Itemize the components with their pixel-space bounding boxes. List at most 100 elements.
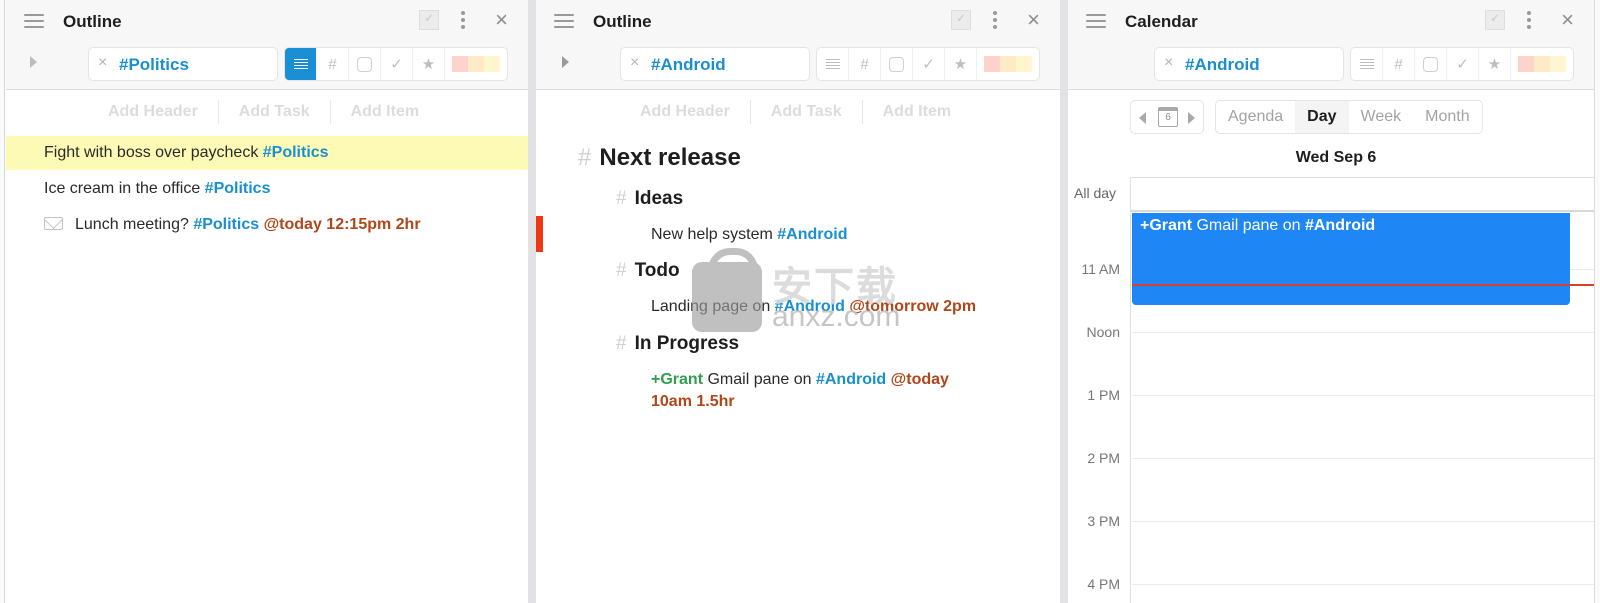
all-day-label: All day: [1074, 185, 1117, 201]
list-mode-button[interactable]: [817, 48, 849, 80]
swatch-red[interactable]: [452, 56, 468, 72]
calendar-today-icon[interactable]: 6: [1158, 107, 1178, 127]
section-header[interactable]: # Ideas: [616, 188, 683, 210]
swatch-yellow[interactable]: [1550, 56, 1566, 72]
person-tag[interactable]: +Grant: [651, 371, 703, 388]
done-mode-button[interactable]: ✓: [913, 48, 945, 80]
swatch-yellow[interactable]: [484, 56, 500, 72]
window-edge: [0, 0, 5, 603]
view-day-button[interactable]: Day: [1295, 101, 1349, 133]
hamburger-menu-icon[interactable]: [24, 14, 44, 28]
swatch-yellow[interactable]: [1016, 56, 1032, 72]
inbox-check-icon[interactable]: [951, 10, 972, 30]
starred-mode-button[interactable]: ★: [413, 48, 445, 80]
add-header-button[interactable]: Add Header: [88, 100, 219, 124]
panel-title: Outline: [593, 12, 652, 31]
add-item-button[interactable]: Add Item: [331, 100, 439, 124]
tag-link[interactable]: #Politics: [193, 216, 259, 233]
view-agenda-button[interactable]: Agenda: [1216, 101, 1295, 133]
hour-label: 4 PM: [1087, 576, 1120, 592]
list-mode-button[interactable]: [285, 48, 317, 80]
inbox-check-icon[interactable]: [1485, 10, 1506, 30]
view-month-button[interactable]: Month: [1413, 101, 1481, 133]
next-day-icon[interactable]: [1188, 112, 1195, 124]
header-text: Todo: [634, 260, 680, 281]
tag-link[interactable]: #Android: [816, 371, 886, 388]
add-task-button[interactable]: Add Task: [751, 100, 863, 124]
close-panel-icon[interactable]: ×: [1561, 9, 1574, 31]
view-mode-toolbar: # ✓ ★: [816, 47, 1040, 81]
date-tag[interactable]: @today 12:15pm 2hr: [259, 216, 421, 233]
day-grid[interactable]: 10 AM 11 AM Noon 1 PM 2 PM 3 PM 4 PM +Grant Gma…: [1068, 213, 1594, 603]
list-mode-button[interactable]: [1351, 48, 1383, 80]
tag-link[interactable]: #Politics: [263, 144, 329, 161]
swatch-orange[interactable]: [1534, 56, 1550, 72]
swatch-orange[interactable]: [468, 56, 484, 72]
panel-divider[interactable]: [528, 0, 536, 603]
list-item[interactable]: New help system #Android: [651, 224, 847, 246]
disclosure-triangle-icon[interactable]: [562, 56, 569, 68]
add-task-button[interactable]: Add Task: [219, 100, 331, 124]
hash-icon: #: [616, 333, 627, 354]
item-text: Gmail pane on: [703, 371, 816, 388]
section-header[interactable]: # Todo: [616, 260, 680, 282]
filter-field[interactable]: × #Politics: [88, 47, 278, 81]
disclosure-triangle-icon[interactable]: [30, 56, 37, 68]
swatch-orange[interactable]: [1000, 56, 1016, 72]
close-panel-icon[interactable]: ×: [1027, 9, 1040, 31]
date-tag[interactable]: @today: [886, 371, 949, 388]
calendar-day-number: 6: [1165, 112, 1171, 123]
tag-link[interactable]: #Android: [777, 226, 847, 243]
header-mode-button[interactable]: #: [317, 48, 349, 80]
app-window: Outline × × #Politics # ✓ ★: [0, 0, 1600, 603]
clear-filter-icon[interactable]: ×: [1164, 54, 1173, 72]
current-time-indicator: [1132, 283, 1594, 286]
filter-field[interactable]: × #Android: [620, 47, 810, 81]
view-mode-toolbar: # ✓ ★: [1350, 47, 1574, 81]
list-item[interactable]: Lunch meeting? #Politics @today 12:15pm …: [6, 208, 528, 242]
hour-line: [1130, 395, 1594, 396]
task-mode-button[interactable]: [881, 48, 913, 80]
more-options-icon[interactable]: [993, 11, 998, 29]
calendar-event[interactable]: +Grant Gmail pane on #Android: [1132, 213, 1570, 305]
task-mode-button[interactable]: [349, 48, 381, 80]
starred-mode-button[interactable]: ★: [945, 48, 977, 80]
more-options-icon[interactable]: [461, 11, 466, 29]
hamburger-menu-icon[interactable]: [1086, 14, 1106, 28]
panel-divider[interactable]: [1060, 0, 1068, 603]
star-icon: ★: [1487, 56, 1502, 73]
starred-mode-button[interactable]: ★: [1479, 48, 1511, 80]
clear-filter-icon[interactable]: ×: [630, 54, 639, 72]
list-item[interactable]: Ice cream in the office #Politics: [6, 172, 528, 206]
color-swatches[interactable]: [977, 48, 1039, 80]
clear-filter-icon[interactable]: ×: [98, 54, 107, 72]
hamburger-menu-icon[interactable]: [554, 14, 574, 28]
more-options-icon[interactable]: [1527, 11, 1532, 29]
item-text: Fight with boss over paycheck: [44, 144, 263, 161]
list-item[interactable]: +Grant Gmail pane on #Android @today 10a…: [651, 369, 949, 413]
close-panel-icon[interactable]: ×: [495, 9, 508, 31]
header-mode-button[interactable]: #: [849, 48, 881, 80]
add-item-button[interactable]: Add Item: [863, 100, 971, 124]
color-swatches[interactable]: [445, 48, 507, 80]
date-tag-continued[interactable]: 10am 1.5hr: [651, 393, 735, 410]
filter-field[interactable]: × #Android: [1154, 47, 1344, 81]
tag-link[interactable]: #Politics: [205, 180, 271, 197]
hour-label: 2 PM: [1087, 450, 1120, 466]
list-item[interactable]: Fight with boss over paycheck #Politics: [6, 136, 528, 170]
filter-value: #Android: [1185, 55, 1260, 74]
swatch-red[interactable]: [1518, 56, 1534, 72]
all-day-area[interactable]: [1130, 177, 1594, 212]
list-lines-icon: [293, 58, 308, 70]
done-mode-button[interactable]: ✓: [381, 48, 413, 80]
add-header-button[interactable]: Add Header: [620, 100, 751, 124]
header-mode-button[interactable]: #: [1383, 48, 1415, 80]
previous-day-icon[interactable]: [1139, 112, 1146, 124]
outline-header[interactable]: # Next release: [578, 144, 741, 172]
inbox-check-icon[interactable]: [419, 10, 440, 30]
view-week-button[interactable]: Week: [1349, 101, 1414, 133]
task-mode-button[interactable]: [1415, 48, 1447, 80]
done-mode-button[interactable]: ✓: [1447, 48, 1479, 80]
swatch-red[interactable]: [984, 56, 1000, 72]
color-swatches[interactable]: [1511, 48, 1573, 80]
